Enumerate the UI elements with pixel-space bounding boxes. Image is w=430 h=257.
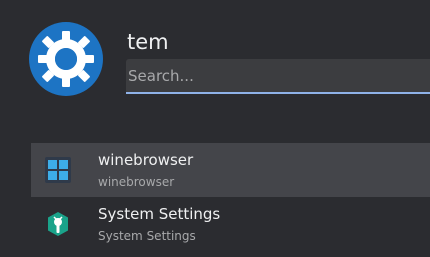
system-settings-icon xyxy=(44,210,72,238)
result-subtitle: winebrowser xyxy=(98,175,175,189)
result-subtitle: System Settings xyxy=(98,229,196,243)
results-list: winebrowser winebrowser System Settings … xyxy=(0,143,430,251)
search-input[interactable] xyxy=(126,59,430,92)
search-field[interactable] xyxy=(126,59,430,94)
result-item-system-settings[interactable]: System Settings System Settings xyxy=(31,197,430,251)
wine-windows-icon xyxy=(44,156,72,184)
result-title: winebrowser xyxy=(98,151,194,169)
kde-logo-icon xyxy=(29,22,103,96)
result-item-winebrowser[interactable]: winebrowser winebrowser xyxy=(31,143,430,197)
user-name: tem xyxy=(127,30,169,54)
result-title: System Settings xyxy=(98,205,221,223)
search-focus-underline xyxy=(126,92,430,94)
